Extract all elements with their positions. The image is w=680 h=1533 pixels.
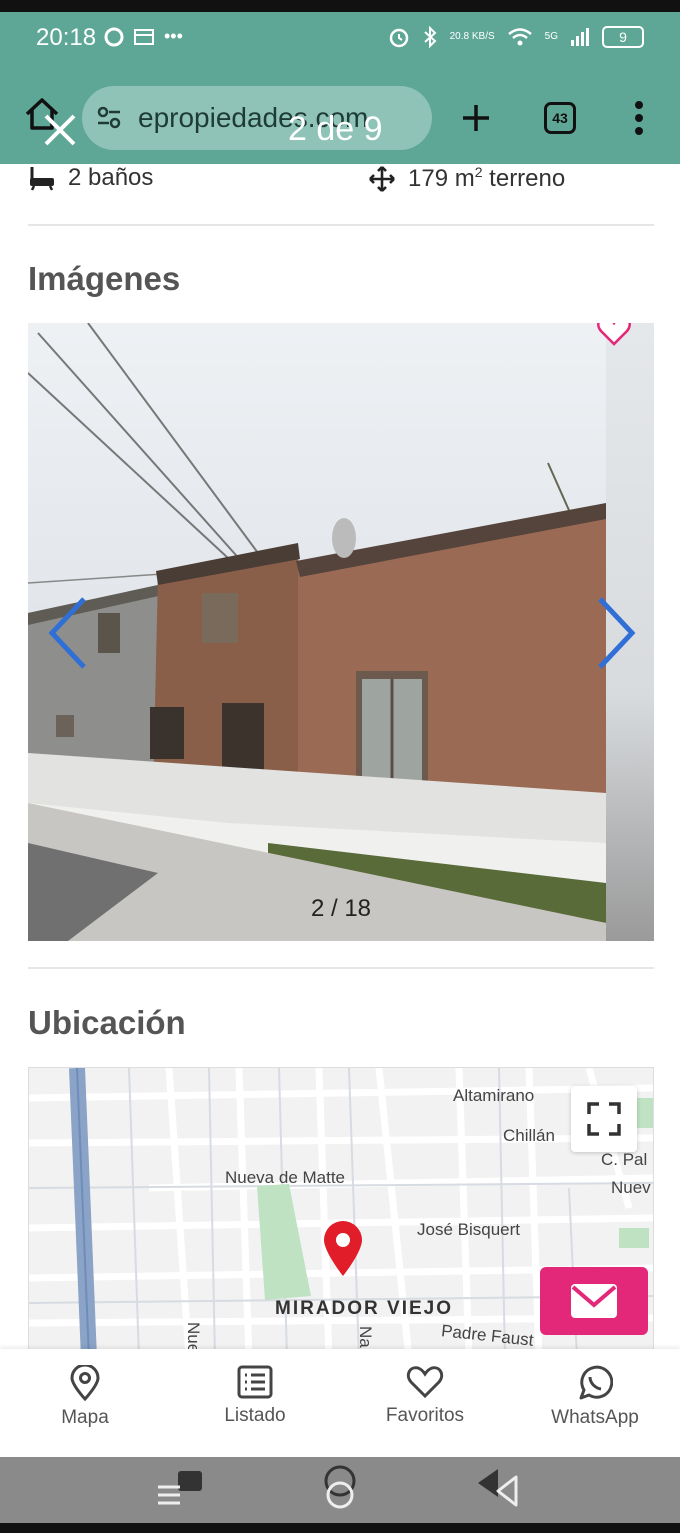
status-bar: 20:18 ••• 20.8 KB/S 5G 9	[0, 12, 680, 68]
nav-item-listado[interactable]: Listado	[170, 1365, 340, 1427]
map-pin-icon[interactable]	[321, 1220, 365, 1278]
nav-label-mapa: Mapa	[61, 1407, 109, 1428]
map-label-nueva-de-matte: Nueva de Matte	[225, 1168, 346, 1187]
map-label-na: Na	[356, 1326, 375, 1348]
map-fullscreen-button[interactable]	[571, 1086, 637, 1152]
wifi-icon	[507, 28, 532, 46]
signal-icon	[571, 28, 589, 46]
bottom-strip	[0, 1523, 680, 1533]
prev-image-arrow[interactable]	[46, 595, 90, 671]
tab-switcher-button[interactable]: 43	[544, 102, 576, 134]
status-time: 20:18	[36, 24, 97, 51]
favorite-heart-icon[interactable]	[596, 323, 632, 347]
photo-counter: 2 / 18	[310, 895, 372, 922]
nav-label-whatsapp: WhatsApp	[551, 1407, 639, 1428]
more-menu-icon[interactable]	[634, 100, 644, 136]
close-icon[interactable]	[40, 110, 80, 150]
list-icon	[237, 1365, 273, 1399]
alarm-icon	[389, 28, 408, 48]
nav-item-mapa[interactable]: Mapa	[0, 1365, 170, 1429]
image-gallery[interactable]: 2 / 18	[28, 323, 654, 941]
battery-level: 9	[619, 29, 627, 45]
gallery-photo[interactable]	[28, 323, 606, 941]
land-value: 179 m	[408, 165, 475, 192]
land-label: terreno	[489, 165, 566, 192]
envelope-icon	[571, 1284, 617, 1318]
map-label-nuev: Nuev	[611, 1178, 651, 1197]
heart-icon	[406, 1366, 444, 1399]
whatsapp-icon	[579, 1365, 613, 1400]
map-pin-outline-icon	[70, 1365, 100, 1401]
bathtub-icon	[30, 167, 54, 191]
map-label-jose-bisquert: José Bisquert	[417, 1220, 520, 1239]
image-viewer-counter: 2 de 9	[288, 110, 383, 148]
net-speed: 20.8 KB/S	[449, 31, 495, 42]
move-arrows-icon	[369, 165, 395, 192]
recents-icon[interactable]	[154, 1469, 204, 1513]
fullscreen-icon	[587, 1102, 621, 1136]
land-unit-sup: 2	[474, 164, 483, 180]
system-navigation-bar	[0, 1457, 680, 1523]
sync-icon	[104, 27, 124, 46]
house-photo	[28, 323, 606, 941]
site-settings-icon[interactable]	[96, 106, 122, 130]
baths-label: 2 baños	[68, 164, 154, 191]
bluetooth-icon	[423, 26, 437, 48]
nav-item-whatsapp[interactable]: WhatsApp	[510, 1365, 680, 1429]
new-tab-icon[interactable]	[460, 102, 492, 134]
back-icon[interactable]	[474, 1465, 524, 1511]
nav-item-favoritos[interactable]: Favoritos	[340, 1365, 510, 1427]
spec-land: 179 m2 terreno	[368, 164, 565, 193]
map-label-mirador-viejo: MIRADOR VIEJO	[275, 1298, 454, 1319]
property-specs: 2 baños 179 m2 terreno	[28, 164, 654, 194]
divider	[28, 224, 654, 226]
browser-toolbar: epropiedades.com 2 de 9 43	[0, 74, 680, 160]
images-title: Imágenes	[28, 260, 181, 297]
signal-label: 5G	[544, 31, 558, 42]
bottom-navigation: Mapa Listado Favoritos WhatsApp	[0, 1349, 680, 1457]
battery-icon: 9	[602, 26, 644, 48]
spec-baths: 2 baños	[28, 164, 153, 192]
top-strip	[0, 0, 680, 12]
browser-chrome: 20:18 ••• 20.8 KB/S 5G 9 epropiedades.co…	[0, 12, 680, 164]
next-image-arrow[interactable]	[594, 595, 638, 671]
contact-email-button[interactable]	[540, 1267, 648, 1335]
home-button-icon[interactable]	[320, 1465, 360, 1511]
divider	[28, 967, 654, 969]
nav-label-favoritos: Favoritos	[385, 1405, 465, 1426]
map-label-c-pal: C. Pal	[601, 1150, 648, 1169]
screen-icon	[134, 28, 154, 45]
more-notifications-icon: •••	[164, 26, 183, 46]
location-title: Ubicación	[28, 1004, 186, 1041]
nav-label-listado: Listado	[224, 1405, 286, 1426]
map-label-altamirano: Altamirano	[453, 1086, 535, 1105]
map-label-chillan: Chillán	[503, 1126, 555, 1145]
